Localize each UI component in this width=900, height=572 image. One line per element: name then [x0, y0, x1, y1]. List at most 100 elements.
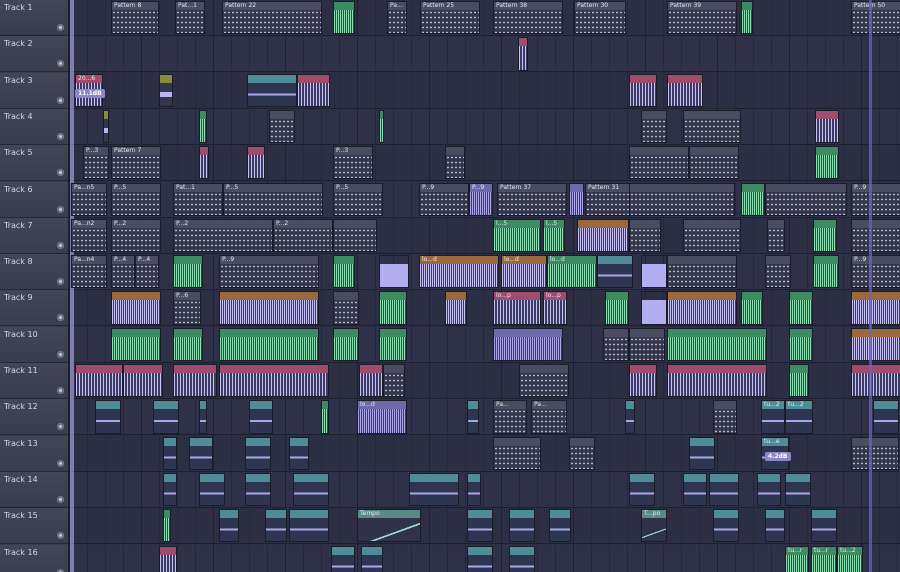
- clip-header[interactable]: [380, 328, 406, 337]
- audio-clip[interactable]: [518, 37, 528, 71]
- clip-header[interactable]: [742, 2, 752, 10]
- clip-header[interactable]: [714, 510, 738, 519]
- clip-header[interactable]: Pattern 30: [575, 2, 625, 10]
- clip-header[interactable]: [468, 510, 492, 519]
- audio-clip[interactable]: [123, 364, 163, 398]
- clip-header[interactable]: [714, 401, 736, 410]
- audio-clip[interactable]: [163, 472, 177, 507]
- pattern-clip[interactable]: P...3: [333, 146, 373, 180]
- clip-header[interactable]: [690, 147, 738, 156]
- audio-clip[interactable]: [713, 509, 739, 543]
- clip-header[interactable]: T...po: [642, 510, 666, 519]
- pattern-clip[interactable]: [713, 400, 737, 434]
- clip-header[interactable]: [112, 328, 160, 337]
- clip-header[interactable]: [766, 183, 846, 192]
- pattern-clip[interactable]: Pattern 30: [574, 1, 626, 35]
- audio-clip[interactable]: lo...p: [493, 291, 541, 325]
- audio-clip[interactable]: [851, 364, 900, 398]
- clip-header[interactable]: tu...2: [838, 546, 862, 555]
- clip-header[interactable]: Pa...n5: [72, 183, 106, 192]
- power-button-icon[interactable]: [57, 278, 64, 286]
- track-header[interactable]: Track 14: [0, 471, 68, 508]
- clip-header[interactable]: Pattern 37: [498, 183, 566, 192]
- clip-header[interactable]: [200, 110, 206, 119]
- audio-clip[interactable]: [467, 509, 493, 543]
- clip-header[interactable]: [322, 401, 328, 410]
- clip-header[interactable]: tu...2: [786, 401, 812, 410]
- track-lane[interactable]: [69, 108, 900, 145]
- pattern-clip[interactable]: P...5: [223, 182, 323, 216]
- clip-header[interactable]: [604, 328, 628, 337]
- pattern-clip[interactable]: Pattern 8: [111, 1, 159, 35]
- clip-header[interactable]: [519, 38, 527, 47]
- pattern-clip[interactable]: [767, 218, 785, 253]
- audio-clip[interactable]: [245, 472, 271, 507]
- audio-clip[interactable]: [667, 327, 767, 361]
- clip-header[interactable]: [630, 473, 654, 482]
- pattern-clip[interactable]: [445, 146, 465, 180]
- audio-clip[interactable]: [467, 472, 481, 507]
- clip-header[interactable]: [786, 473, 810, 482]
- clip-header[interactable]: [174, 328, 202, 337]
- clip-header[interactable]: Pattern 22: [223, 2, 321, 10]
- clip-header[interactable]: lo...p: [544, 292, 566, 301]
- pattern-clip[interactable]: P...2: [273, 218, 333, 253]
- clip-header[interactable]: tu...2: [762, 401, 784, 410]
- clip-header[interactable]: [220, 292, 318, 301]
- pattern-clip[interactable]: [333, 218, 377, 253]
- clip-header[interactable]: [768, 219, 784, 228]
- clip-header[interactable]: [446, 147, 464, 156]
- audio-clip[interactable]: tu...2: [761, 400, 785, 434]
- clip-header[interactable]: [510, 546, 534, 555]
- clip-header[interactable]: [642, 110, 666, 119]
- clip-header[interactable]: [468, 473, 480, 482]
- clip-header[interactable]: [626, 401, 634, 410]
- clip-header[interactable]: [570, 183, 583, 192]
- clip-header[interactable]: [852, 365, 900, 373]
- track-header[interactable]: Track 8: [0, 254, 68, 291]
- pattern-clip[interactable]: Pattern 39: [667, 1, 737, 35]
- clip-header[interactable]: [104, 110, 108, 119]
- pattern-clip[interactable]: P...5: [333, 182, 383, 216]
- pattern-clip[interactable]: P...3: [83, 146, 109, 180]
- audio-clip[interactable]: [379, 291, 407, 325]
- audio-clip[interactable]: lo...d: [547, 255, 597, 289]
- pattern-clip[interactable]: [683, 109, 741, 144]
- audio-clip[interactable]: [379, 327, 407, 361]
- clip-header[interactable]: P...2: [274, 219, 332, 228]
- clip-header[interactable]: [380, 256, 408, 264]
- clip-header[interactable]: [606, 292, 628, 301]
- audio-clip[interactable]: l...5: [493, 218, 541, 253]
- clip-header[interactable]: [742, 292, 762, 301]
- clip-header[interactable]: [690, 437, 714, 446]
- clip-header[interactable]: [816, 147, 838, 156]
- audio-clip[interactable]: [765, 509, 785, 543]
- audio-clip[interactable]: [173, 364, 217, 398]
- clip-header[interactable]: [790, 292, 812, 301]
- clip-header[interactable]: [630, 328, 664, 337]
- pattern-clip[interactable]: P...9: [419, 182, 469, 216]
- audio-clip[interactable]: [741, 1, 753, 35]
- audio-clip[interactable]: lo...d: [419, 255, 499, 289]
- clip-header[interactable]: lo...d: [420, 256, 498, 265]
- clip-header[interactable]: lo...d: [502, 256, 546, 265]
- clip-header[interactable]: P...9: [852, 256, 900, 265]
- audio-clip[interactable]: [331, 545, 355, 572]
- audio-clip[interactable]: [199, 109, 207, 144]
- clip-header[interactable]: [270, 110, 294, 119]
- pattern-clip[interactable]: [667, 255, 737, 289]
- clip-header[interactable]: [124, 365, 162, 373]
- clip-header[interactable]: [220, 365, 328, 373]
- audio-clip[interactable]: [333, 327, 359, 361]
- clip-header[interactable]: Pa...: [532, 401, 566, 410]
- audio-clip[interactable]: [111, 291, 161, 325]
- power-button-icon[interactable]: [57, 241, 64, 249]
- clip-header[interactable]: [494, 328, 562, 337]
- track-header[interactable]: Track 15: [0, 508, 68, 545]
- clip-header[interactable]: [814, 219, 836, 228]
- clip-header[interactable]: tu...r: [786, 546, 808, 555]
- clip-header[interactable]: P...5: [334, 183, 382, 192]
- clip-header[interactable]: [200, 473, 224, 482]
- clip-header[interactable]: tu...e: [762, 437, 788, 446]
- pattern-clip[interactable]: [629, 182, 735, 216]
